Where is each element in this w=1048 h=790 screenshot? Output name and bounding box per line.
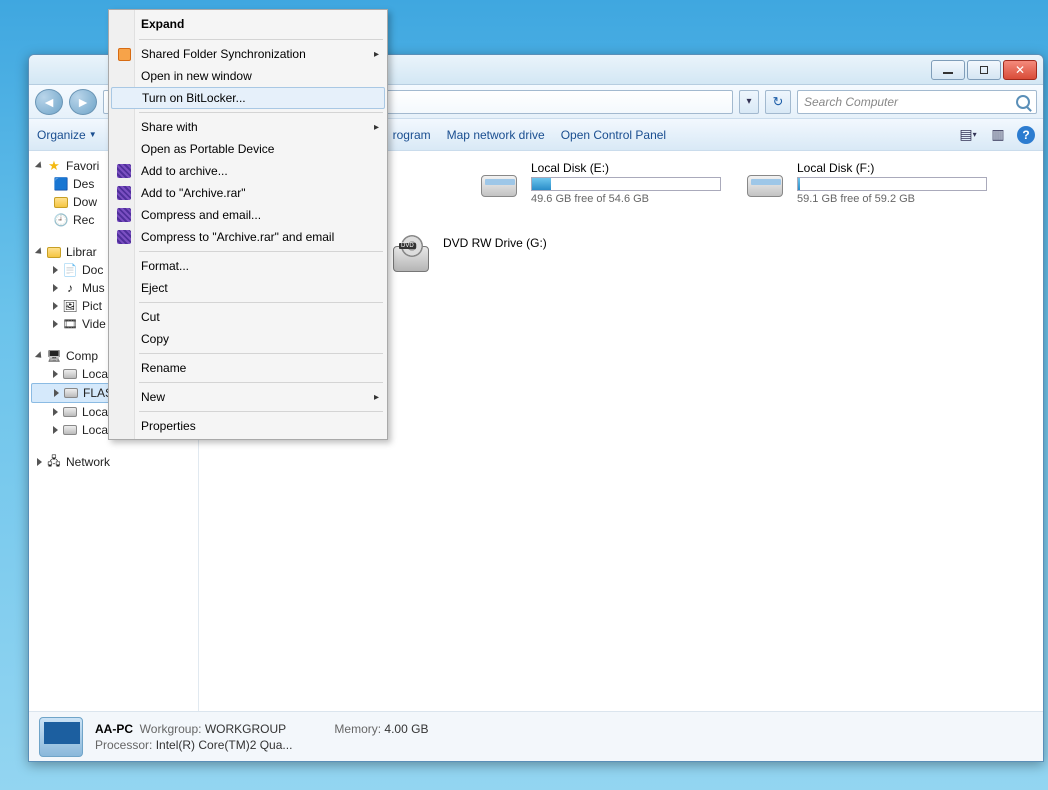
view-button[interactable]: ▤ ▾ — [957, 124, 979, 146]
ctx-copy[interactable]: Copy — [111, 328, 385, 350]
ctx-compress-to-archive-rar-and-email[interactable]: Compress to "Archive.rar" and email — [111, 226, 385, 248]
drive-label: Local Disk (F:) — [797, 161, 987, 175]
uninstall-button[interactable]: rogram — [393, 128, 431, 142]
ctx-cut[interactable]: Cut — [111, 306, 385, 328]
map-drive-button[interactable]: Map network drive — [447, 128, 545, 142]
back-button[interactable]: ◄ — [35, 89, 63, 115]
drive-label: DVD RW Drive (G:) — [443, 236, 631, 250]
drive-icon — [481, 161, 521, 197]
computer-icon — [39, 717, 83, 757]
ctx-new[interactable]: New — [111, 386, 385, 408]
ctx-format[interactable]: Format... — [111, 255, 385, 277]
ctx-open-in-new-window[interactable]: Open in new window — [111, 65, 385, 87]
drive-e[interactable]: Local Disk (E:) 49.6 GB free of 54.6 GB — [481, 161, 719, 205]
drive-f[interactable]: Local Disk (F:) 59.1 GB free of 59.2 GB — [747, 161, 985, 205]
ctx-properties[interactable]: Properties — [111, 415, 385, 437]
drive-subtext: 59.1 GB free of 59.2 GB — [797, 193, 987, 205]
help-button[interactable]: ? — [1017, 126, 1035, 144]
minimize-button[interactable] — [931, 60, 965, 80]
ctx-open-as-portable-device[interactable]: Open as Portable Device — [111, 138, 385, 160]
ctx-share-with[interactable]: Share with — [111, 116, 385, 138]
maximize-button[interactable] — [967, 60, 1001, 80]
ctx-compress-and-email[interactable]: Compress and email... — [111, 204, 385, 226]
search-input[interactable]: Search Computer — [797, 90, 1037, 114]
drive-label: Local Disk (E:) — [531, 161, 721, 175]
context-menu: ExpandShared Folder SynchronizationOpen … — [108, 9, 388, 440]
ctx-turn-on-bitlocker[interactable]: Turn on BitLocker... — [111, 87, 385, 109]
drive-subtext: 49.6 GB free of 54.6 GB — [531, 193, 721, 205]
control-panel-button[interactable]: Open Control Panel — [561, 128, 666, 142]
ctx-add-to-archive[interactable]: Add to archive... — [111, 160, 385, 182]
close-button[interactable]: ✕ — [1003, 60, 1037, 80]
ctx-eject[interactable]: Eject — [111, 277, 385, 299]
ctx-add-to-archive-rar[interactable]: Add to "Archive.rar" — [111, 182, 385, 204]
drive-g[interactable]: DVD DVD RW Drive (G:) — [393, 236, 631, 272]
sidebar-network[interactable]: 🖧Network — [31, 453, 196, 471]
capacity-bar — [797, 177, 987, 191]
organize-button[interactable]: Organize ▼ — [37, 128, 97, 142]
search-icon — [1016, 95, 1030, 109]
forward-button[interactable]: ► — [69, 89, 97, 115]
drive-icon — [747, 161, 787, 197]
ctx-expand[interactable]: Expand — [111, 12, 385, 36]
status-bar: AA-PC Workgroup: WORKGROUP Processor: In… — [29, 711, 1043, 761]
capacity-bar — [531, 177, 721, 191]
search-placeholder: Search Computer — [804, 95, 898, 109]
pc-name: AA-PC — [95, 722, 133, 736]
ctx-shared-folder-synchronization[interactable]: Shared Folder Synchronization — [111, 43, 385, 65]
refresh-button[interactable]: ↻ — [765, 90, 791, 114]
dvd-icon: DVD — [393, 236, 433, 272]
ctx-rename[interactable]: Rename — [111, 357, 385, 379]
preview-pane-button[interactable]: ▥ — [987, 124, 1009, 146]
address-dropdown[interactable]: ▾ — [739, 90, 759, 114]
